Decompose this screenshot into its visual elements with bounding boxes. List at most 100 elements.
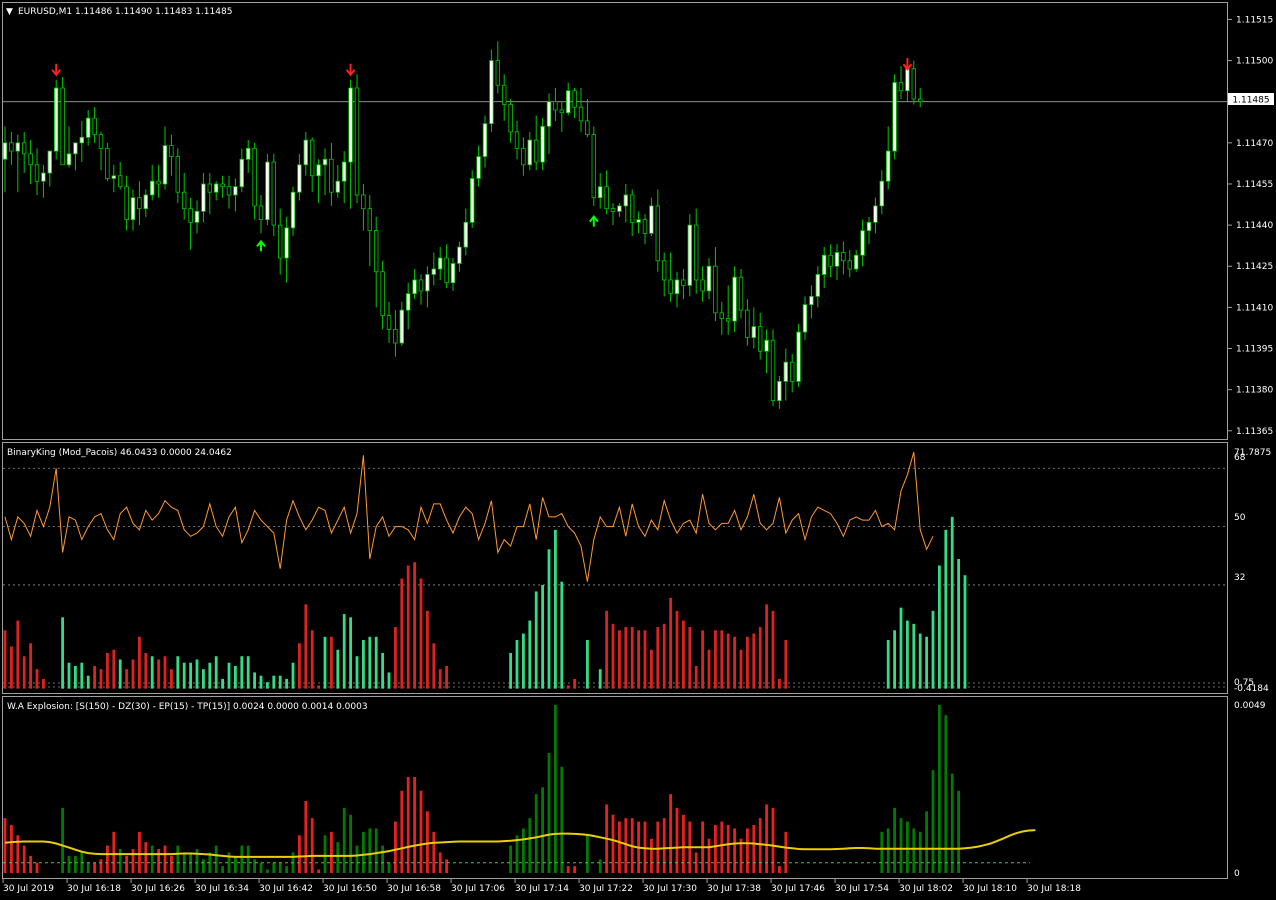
oscillator-hist-bar bbox=[80, 662, 84, 689]
candle-body bbox=[469, 178, 475, 223]
candle[interactable] bbox=[892, 74, 897, 160]
wa-explosion-bar bbox=[112, 831, 116, 873]
oscillator-hist-bar bbox=[752, 633, 756, 689]
oscillator-hist-bar bbox=[925, 636, 928, 689]
wa-explosion-bar bbox=[317, 869, 320, 873]
oscillator-hist-bar bbox=[61, 617, 64, 689]
oscillator-hist-bar bbox=[106, 652, 109, 689]
candle[interactable] bbox=[271, 153, 276, 237]
candle[interactable] bbox=[54, 79, 59, 160]
time-axis-label: 30 Jul 16:34 bbox=[195, 884, 249, 894]
candle-body bbox=[335, 180, 340, 193]
candle-body bbox=[213, 183, 219, 193]
wa-explosion-bar bbox=[381, 845, 384, 873]
wa-explosion-bar bbox=[35, 862, 39, 873]
candle[interactable] bbox=[796, 323, 801, 387]
candle-body bbox=[501, 84, 507, 105]
oscillator-hist-bar bbox=[304, 604, 308, 689]
oscillator-hist-bar bbox=[656, 627, 660, 689]
oscillator-hist-bar bbox=[630, 627, 634, 689]
candle[interactable] bbox=[105, 142, 110, 182]
candle-body bbox=[277, 224, 283, 259]
candle-body bbox=[822, 254, 827, 275]
candle-body bbox=[444, 257, 449, 284]
candle-body bbox=[207, 183, 212, 193]
oscillator-hist-bar bbox=[246, 656, 250, 689]
oscillator-hist-bar bbox=[74, 665, 77, 689]
oscillator-hist-bar bbox=[605, 610, 608, 689]
candle[interactable] bbox=[591, 126, 596, 206]
candle-body bbox=[918, 98, 923, 103]
candle[interactable] bbox=[687, 214, 692, 297]
candle-body bbox=[566, 90, 571, 114]
candle[interactable] bbox=[469, 170, 475, 228]
wa-explosion-bar bbox=[611, 814, 615, 873]
candle[interactable] bbox=[770, 329, 776, 407]
wa-explosion-bar bbox=[752, 825, 756, 873]
candle-body bbox=[290, 191, 296, 229]
wa-explosion-bar bbox=[240, 845, 244, 873]
candle-body bbox=[354, 87, 360, 196]
time-axis-label: 30 Jul 17:14 bbox=[515, 884, 569, 894]
wa-explosion-bar bbox=[771, 807, 775, 873]
candle-body bbox=[489, 60, 494, 125]
wa-explosion-bar bbox=[586, 835, 589, 873]
candle[interactable] bbox=[60, 77, 65, 166]
oscillator-hist-bar bbox=[234, 665, 237, 689]
candle-body bbox=[137, 197, 142, 210]
time-axis-label: 30 Jul 17:06 bbox=[451, 884, 505, 894]
candle-body bbox=[54, 87, 59, 152]
candle[interactable] bbox=[489, 49, 494, 132]
oscillator-hist-bar bbox=[163, 656, 167, 689]
candle-body bbox=[809, 296, 814, 306]
wa-explosion-bar bbox=[419, 790, 423, 873]
candle-body bbox=[373, 230, 379, 273]
candle-body bbox=[463, 221, 468, 248]
candle-body bbox=[329, 158, 334, 193]
candle-body bbox=[764, 339, 769, 352]
candle[interactable] bbox=[354, 74, 360, 204]
time-axis-label: 30 Jul 18:18 bbox=[1027, 884, 1081, 894]
wa-explosion-bar bbox=[387, 862, 391, 873]
wa-explosion-bar bbox=[445, 859, 448, 873]
wa-explosion-bar bbox=[214, 845, 218, 873]
oscillator-hist-bar bbox=[310, 630, 314, 689]
oscillator-hist-bar bbox=[176, 656, 180, 689]
oscillator-hist-bar bbox=[650, 649, 653, 689]
candle-body bbox=[527, 139, 532, 166]
oscillator-hist-bar bbox=[362, 640, 365, 689]
symbol-dropdown-icon[interactable]: ▼ bbox=[6, 7, 13, 17]
wa-explosion-bar bbox=[285, 866, 288, 873]
candle-body bbox=[252, 147, 257, 207]
oscillator-hist-bar bbox=[214, 656, 218, 689]
oscillator-hist-bar bbox=[342, 614, 346, 689]
candle[interactable] bbox=[265, 153, 270, 226]
time-axis-label: 30 Jul 18:10 bbox=[963, 884, 1017, 894]
wa-explosion-bar bbox=[157, 849, 160, 873]
candle-body bbox=[124, 186, 129, 221]
binaryking-axis-min: -0.4184 bbox=[1234, 684, 1269, 694]
wa-explosion-bar bbox=[272, 862, 276, 873]
candle-body bbox=[719, 312, 724, 319]
wa-explosion-bar bbox=[656, 821, 660, 873]
current-price-text: 1.11485 bbox=[1232, 96, 1269, 106]
oscillator-hist-bar bbox=[547, 549, 551, 689]
oscillator-hist-bar bbox=[253, 672, 256, 689]
trading-chart[interactable]: 1.11515 1.11500 1.11485 1.11470 1.11455 1.114… bbox=[0, 0, 1276, 900]
wa-explosion-bar bbox=[266, 869, 269, 873]
candle-body bbox=[111, 175, 116, 179]
oscillator-hist-bar bbox=[938, 565, 941, 689]
oscillator-hist-bar bbox=[285, 678, 288, 689]
time-axis-label: 30 Jul 17:22 bbox=[579, 884, 633, 894]
oscillator-hist-bar bbox=[611, 623, 615, 689]
time-axis-label: 30 Jul 18:02 bbox=[899, 884, 953, 894]
wa-explosion-bar bbox=[3, 818, 7, 873]
binaryking-axis-50: 50 bbox=[1234, 513, 1246, 523]
candle-body bbox=[21, 142, 27, 155]
wa-explosion-bar bbox=[163, 845, 167, 873]
candle-body bbox=[841, 252, 846, 262]
oscillator-hist-bar bbox=[426, 610, 429, 689]
candle-body bbox=[258, 205, 264, 221]
oscillator-hist-bar bbox=[67, 662, 71, 689]
price-axis-label: 1.11380 bbox=[1236, 386, 1273, 396]
